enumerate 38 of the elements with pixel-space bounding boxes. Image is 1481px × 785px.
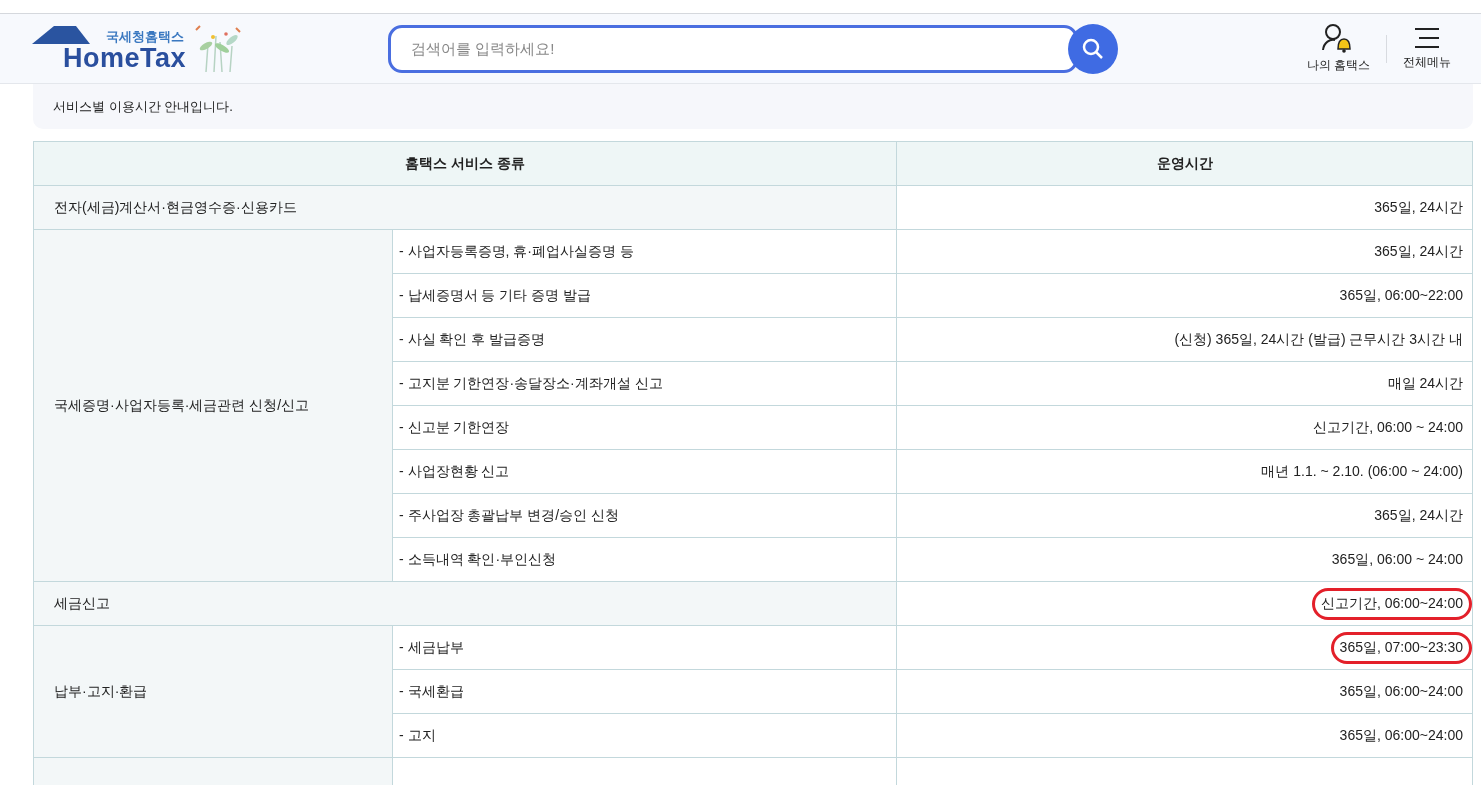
hours-text: 365일, 24시간 <box>1373 241 1464 261</box>
service-cell: - 주사업장 총괄납부 변경/승인 신청 <box>392 493 897 538</box>
hours-text: 매년 1.1. ~ 2.10. (06:00 ~ 24:00) <box>1260 461 1464 481</box>
notice-text: 서비스별 이용시간 안내입니다. <box>53 97 233 116</box>
hours-text: 365일, 06:00 ~ 24:00 <box>1330 549 1464 569</box>
hours-text: 365일, 06:00~24:00 <box>1338 725 1464 745</box>
service-cell: - 사업자등록증명, 휴·폐업사실증명 등 <box>392 229 897 274</box>
category-cell: 세금신고 <box>33 581 897 626</box>
hours-text: 365일, 06:00~22:00 <box>1338 285 1464 305</box>
category-cell: 국세증명·사업자등록·세금관련 신청/신고 <box>33 229 393 582</box>
service-cell: - 사실 확인 후 발급증명 <box>392 317 897 362</box>
hours-text: 365일, 24시간 <box>1373 197 1464 217</box>
my-hometax-button[interactable]: 나의 홈택스 <box>1294 23 1382 74</box>
service-cell: - 세금납부 <box>392 625 897 670</box>
menu-icon <box>1413 26 1441 50</box>
hours-text: (신청) 365일, 24시간 (발급) 근무시간 3시간 내 <box>1173 329 1464 349</box>
service-cell: - 소득내역 확인·부인신청 <box>392 537 897 582</box>
all-menu-button[interactable]: 전체메뉴 <box>1391 26 1463 71</box>
logo-title: HomeTax <box>62 43 186 72</box>
hours-text: 365일, 24시간 <box>1373 505 1464 525</box>
service-cell: - 납세증명서 등 기타 증명 발급 <box>392 273 897 318</box>
service-cell: - 고지분 기한연장·송달장소·계좌개설 신고 <box>392 361 897 406</box>
service-cell: - 국세환급 <box>392 669 897 714</box>
circled-hours-text: 신고기간, 06:00~24:00 <box>1311 587 1472 620</box>
category-cell: 전자(세금)계산서·현금영수증·신용카드 <box>33 185 897 230</box>
hours-text: 신고기간, 06:00 ~ 24:00 <box>1312 417 1464 437</box>
circled-hours-text: 365일, 07:00~23:30 <box>1330 631 1472 664</box>
service-cell: - 신고분 기한연장 <box>392 405 897 450</box>
hours-text: 365일, 06:00~24:00 <box>1338 681 1464 701</box>
logo-subtitle: 국세청홈택스 <box>106 29 184 44</box>
column-header: 운영시간 <box>896 141 1473 186</box>
search-field[interactable]: 검색어를 입력하세요! <box>388 24 1078 73</box>
service-cell: - 사업장현황 신고 <box>392 449 897 494</box>
column-header: 홈택스 서비스 종류 <box>33 141 897 186</box>
service-cell: - 고지 <box>392 713 897 758</box>
search-icon <box>1082 37 1104 60</box>
hours-text: 매일 24시간 <box>1386 373 1464 393</box>
category-cell: 납부·고지·환급 <box>33 625 393 758</box>
